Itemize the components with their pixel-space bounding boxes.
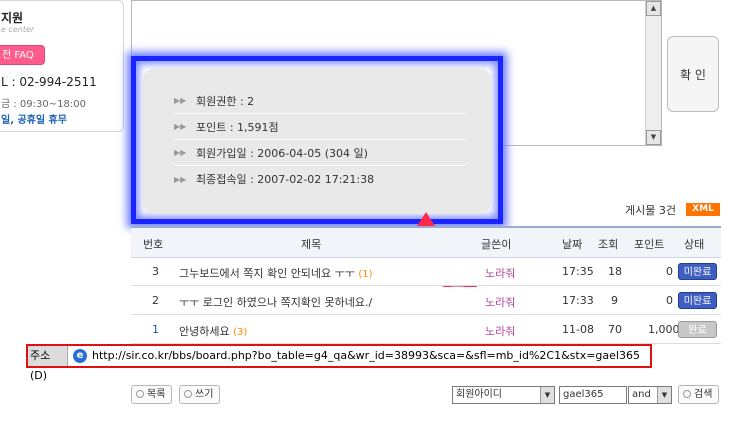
list-label: 목록: [147, 389, 166, 400]
info-row: ▶▶ 회원권한 : 2: [174, 88, 466, 114]
row-date: 11-08: [562, 323, 594, 336]
member-info-popup: ▶▶ 회원권한 : 2 ▶▶ 포인트 : 1,591점 ▶▶ 회원가입일 : 2006…: [142, 68, 492, 214]
circle-icon: [683, 390, 691, 398]
info-text: 회원권한 : 2: [196, 94, 255, 108]
header-views: 조회: [598, 238, 619, 251]
table-row[interactable]: 2 ㅜㅜ 로그인 하였으나 쪽지확인 못하네요./ 노라줘 17:33 9 0 …: [131, 287, 721, 315]
status-badge: 완료: [678, 321, 717, 338]
status-badge: 미완료: [678, 263, 717, 280]
header-title: 제목: [301, 238, 322, 251]
support-hours: 금 : 09:30~18:00: [1, 99, 86, 110]
bullet-icon: ▶▶: [174, 122, 187, 131]
info-text: 포인트 : 1,591점: [196, 120, 279, 134]
textarea-scrollbar[interactable]: ▲ ▼: [645, 1, 661, 145]
header-status: 상태: [684, 238, 705, 251]
support-panel: 지원 e center 전 FAQ L : 02-994-2511 금 : 09…: [0, 0, 124, 132]
faq-button[interactable]: 전 FAQ: [0, 45, 45, 65]
row-date: 17:35: [562, 265, 594, 278]
bullet-icon: ▶▶: [174, 148, 187, 157]
bullet-icon: ▶▶: [174, 96, 187, 105]
header-date: 날짜: [562, 238, 583, 251]
table-row[interactable]: 3 그누보드에서 쪽지 확인 안되네요 ㅜㅜ (1) 노라줘 17:35 18 …: [131, 258, 721, 286]
circle-icon: [136, 390, 144, 398]
scroll-up-icon[interactable]: ▲: [646, 1, 661, 16]
row-points: 0: [666, 294, 673, 307]
search-label: 검색: [694, 389, 713, 400]
row-title[interactable]: 안녕하세요: [179, 325, 230, 338]
info-text: 회원가입일 : 2006-04-05 (304 일): [196, 146, 368, 160]
row-views: 9: [611, 294, 618, 307]
write-button[interactable]: 쓰기: [179, 385, 221, 404]
row-title-link[interactable]: 그누보드에서 쪽지 확인 안되네요 ㅜㅜ (1): [179, 265, 373, 281]
list-button[interactable]: 목록: [131, 385, 173, 404]
row-views: 18: [608, 265, 622, 278]
header-author: 글쓴이: [481, 238, 512, 251]
row-points: 1,000: [648, 323, 680, 336]
xml-badge[interactable]: XML: [686, 203, 720, 216]
row-author[interactable]: 노라줘: [485, 265, 515, 281]
info-row: ▶▶ 포인트 : 1,591점: [174, 114, 466, 140]
table-header: 번호 제목 글쓴이 날짜 조회 포인트 상태: [131, 226, 721, 258]
info-row: ▶▶ 최종접속일 : 2007-02-02 17:21:38: [174, 166, 466, 192]
table-row[interactable]: 1 안녕하세요 (3) 노라줘 11-08 70 1,000 완료: [131, 316, 721, 344]
row-title-link[interactable]: 안녕하세요 (3): [179, 323, 247, 339]
scroll-down-icon[interactable]: ▼: [646, 130, 661, 145]
support-phone: L : 02-994-2511: [1, 75, 97, 89]
comment-count: (3): [233, 327, 248, 338]
header-num: 번호: [143, 238, 164, 251]
operator-value: and: [632, 389, 651, 400]
info-text: 최종접속일 : 2007-02-02 17:21:38: [196, 173, 375, 186]
support-subtitle: e center: [1, 25, 35, 34]
search-button[interactable]: 검색: [678, 385, 720, 404]
address-label: 주소(D): [28, 346, 68, 382]
header-points: 포인트: [634, 238, 665, 251]
row-author[interactable]: 노라줘: [485, 294, 515, 310]
row-num: 3: [152, 265, 159, 278]
write-label: 쓰기: [195, 389, 214, 400]
row-title-link[interactable]: ㅜㅜ 로그인 하였으나 쪽지확인 못하네요./: [179, 294, 372, 310]
row-author[interactable]: 노라줘: [485, 323, 515, 339]
operator-select[interactable]: and ▼: [628, 386, 672, 404]
chevron-down-icon[interactable]: ▼: [657, 387, 671, 403]
row-points: 0: [666, 265, 673, 278]
post-count: 게시물 3건: [625, 204, 676, 217]
row-title[interactable]: ㅜㅜ 로그인 하였으나 쪽지확인 못하네요./: [179, 296, 372, 309]
address-url[interactable]: http://sir.co.kr/bbs/board.php?bo_table=…: [92, 349, 640, 362]
bullet-icon: ▶▶: [174, 174, 187, 184]
field-select-value: 회원아이디: [456, 389, 502, 400]
info-row: ▶▶ 회원가입일 : 2006-04-05 (304 일): [174, 140, 466, 166]
row-views: 70: [608, 323, 622, 336]
confirm-button[interactable]: 확 인: [667, 36, 719, 112]
status-badge: 미완료: [678, 292, 717, 309]
address-bar[interactable]: 주소(D) e http://sir.co.kr/bbs/board.php?b…: [26, 344, 652, 382]
ie-page-icon: e: [73, 349, 87, 363]
field-select[interactable]: 회원아이디 ▼: [452, 386, 555, 404]
support-holiday: 일, 공휴일 휴무: [1, 115, 67, 126]
comment-count: (1): [358, 269, 373, 280]
row-num: 1: [152, 323, 159, 336]
row-title[interactable]: 그누보드에서 쪽지 확인 안되네요 ㅜㅜ: [179, 267, 355, 280]
chevron-down-icon[interactable]: ▼: [540, 387, 554, 403]
row-date: 17:33: [562, 294, 594, 307]
search-input[interactable]: gael365: [559, 386, 627, 404]
row-num: 2: [152, 294, 159, 307]
circle-icon: [184, 390, 192, 398]
support-title: 지원: [1, 11, 24, 25]
